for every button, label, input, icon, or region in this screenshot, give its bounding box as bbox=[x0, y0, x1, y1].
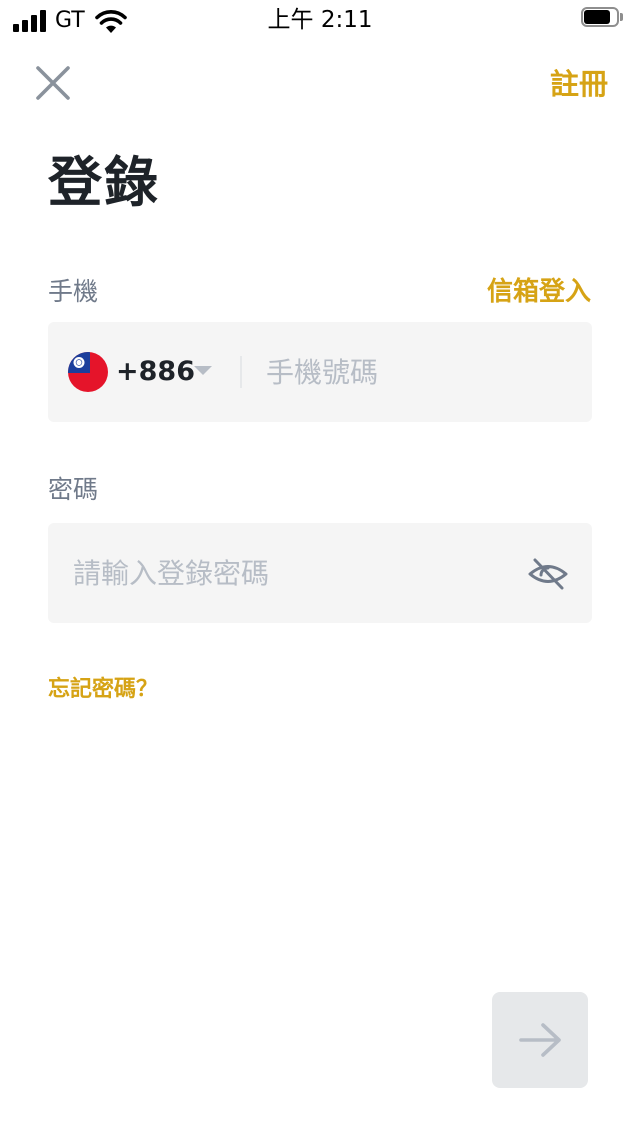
chevron-down-icon bbox=[194, 366, 212, 375]
status-time: 上午 2:11 bbox=[267, 7, 373, 33]
arrow-right-icon bbox=[519, 1023, 561, 1057]
password-field bbox=[48, 523, 592, 623]
password-visibility-toggle[interactable] bbox=[526, 554, 570, 594]
status-bar: GT 上午 2:11 bbox=[0, 0, 640, 40]
battery-icon bbox=[581, 7, 625, 31]
password-label: 密碼 bbox=[48, 475, 99, 504]
country-code: +886 bbox=[116, 356, 195, 387]
phone-input[interactable] bbox=[266, 352, 576, 392]
divider bbox=[240, 356, 242, 388]
email-login-link[interactable]: 信箱登入 bbox=[487, 274, 591, 310]
phone-field: +886 bbox=[48, 322, 592, 422]
close-button[interactable] bbox=[30, 60, 76, 106]
close-icon bbox=[36, 66, 70, 100]
submit-button[interactable] bbox=[492, 992, 588, 1088]
page-title: 登錄 bbox=[48, 151, 160, 214]
phone-label: 手機 bbox=[48, 277, 99, 306]
taiwan-flag-icon bbox=[68, 352, 108, 392]
forgot-password-link[interactable]: 忘記密碼？ bbox=[48, 674, 158, 706]
country-code-selector[interactable]: +886 bbox=[66, 350, 216, 394]
eye-slash-icon bbox=[528, 558, 568, 590]
password-input[interactable] bbox=[73, 553, 513, 593]
register-link[interactable]: 註冊 bbox=[550, 64, 608, 104]
